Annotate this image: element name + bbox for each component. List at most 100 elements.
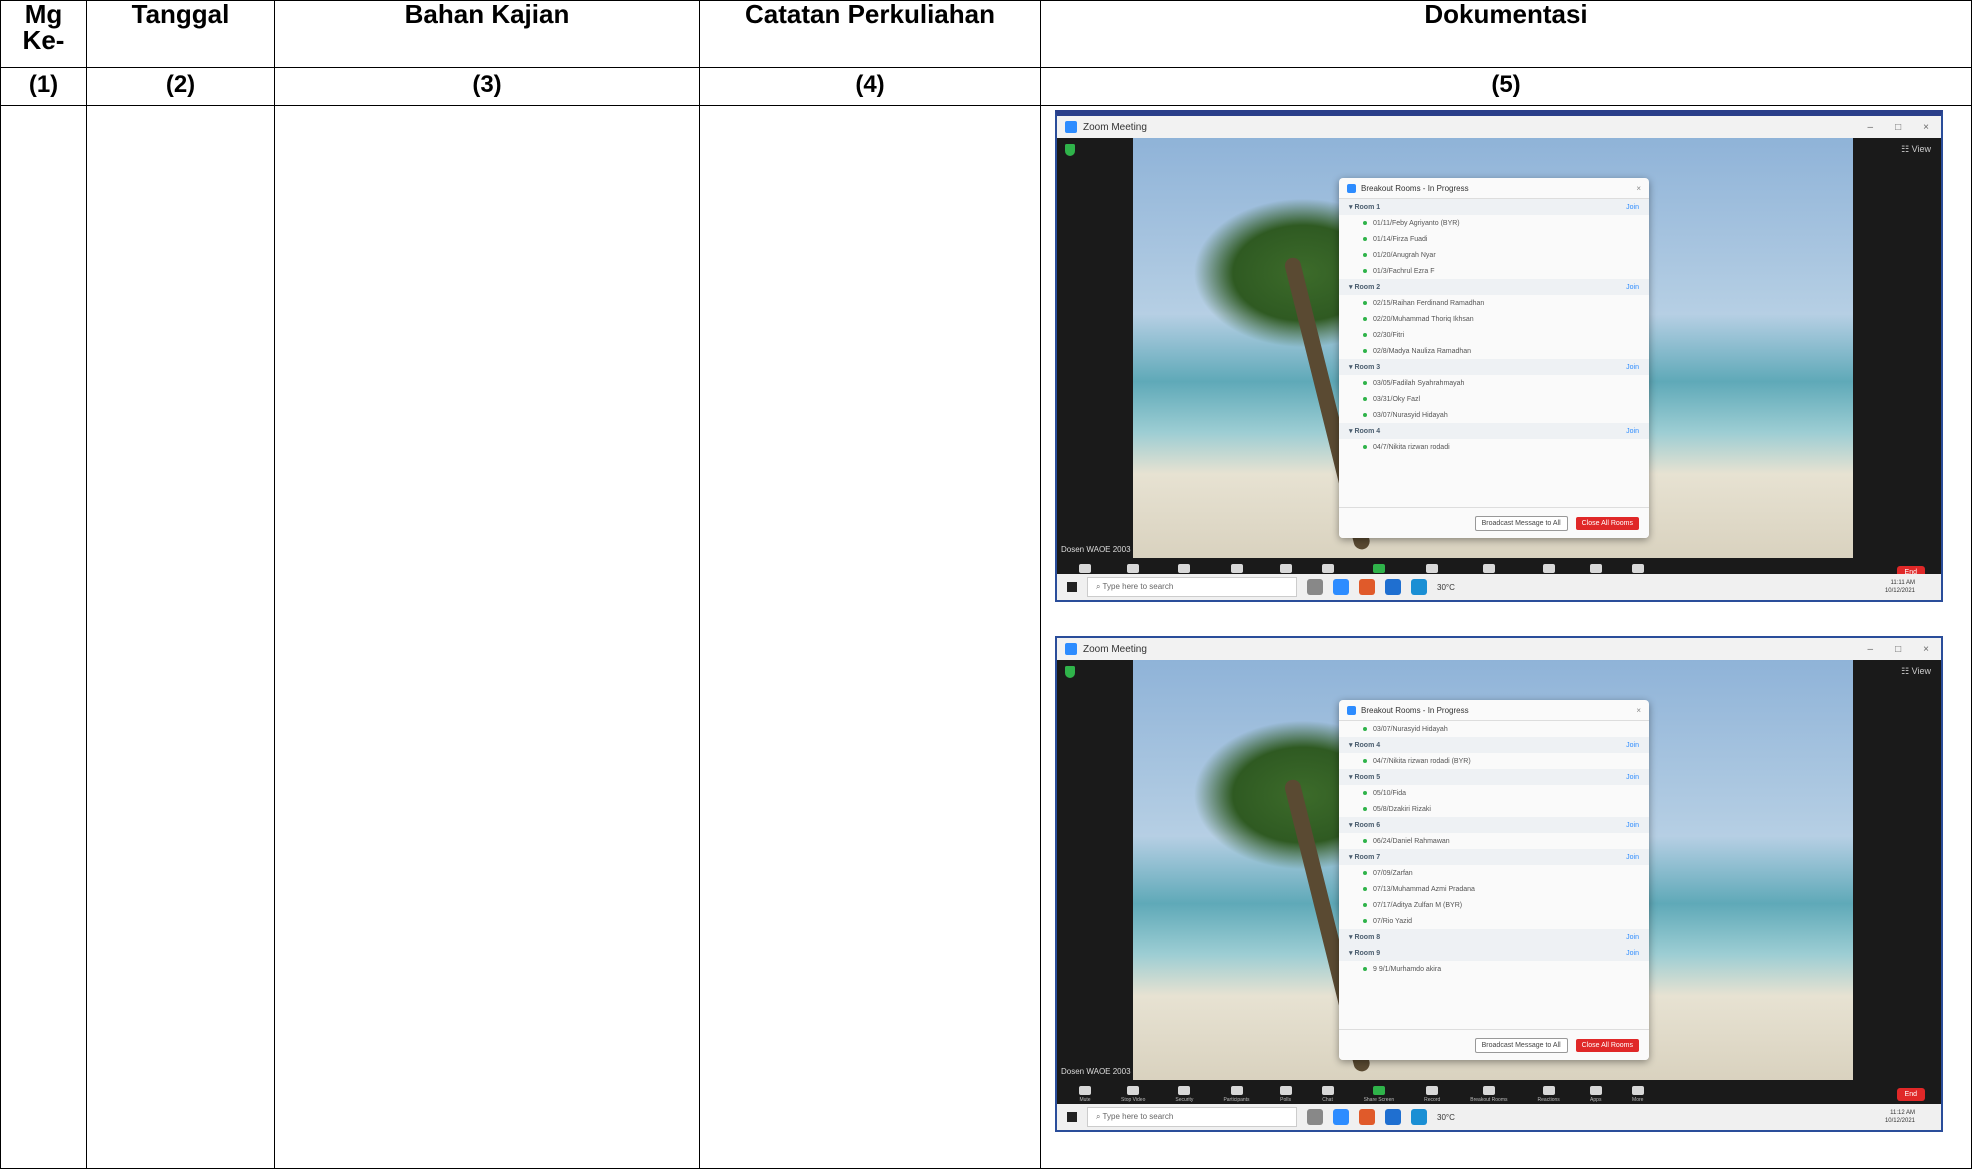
participant-label: 02/30/Fitri bbox=[1373, 331, 1405, 339]
status-dot-icon bbox=[1363, 967, 1367, 971]
taskbar-app-icon bbox=[1411, 579, 1427, 595]
join-button: Join bbox=[1626, 933, 1639, 941]
room-row: ▾ Room 9 Join bbox=[1339, 945, 1649, 961]
room-label: ▾ Room 3 bbox=[1349, 364, 1381, 371]
join-button: Join bbox=[1626, 853, 1639, 861]
room-label: ▾ Room 4 bbox=[1349, 742, 1381, 749]
close-all-rooms-button: Close All Rooms bbox=[1575, 1038, 1639, 1052]
window-title: Zoom Meeting bbox=[1083, 121, 1147, 133]
taskbar-app-icon bbox=[1385, 1109, 1401, 1125]
room-label: ▾ Room 4 bbox=[1349, 428, 1381, 435]
header-lecture-notes: Catatan Perkuliahan bbox=[699, 0, 1041, 68]
breakout-rooms-panel: Breakout Rooms - In Progress × 03/07/Nuras… bbox=[1339, 700, 1649, 1060]
weather-text: 30°C bbox=[1437, 582, 1455, 592]
status-dot-icon bbox=[1363, 727, 1367, 731]
control-label: Polls bbox=[1280, 1096, 1291, 1103]
participant-row: 03/05/Fadilah Syahrahmayah bbox=[1339, 375, 1649, 391]
room-label: ▾ Room 1 bbox=[1349, 204, 1381, 211]
participant-label: 07/09/Zarfan bbox=[1373, 869, 1413, 877]
join-button: Join bbox=[1626, 773, 1639, 781]
header-date: Tanggal bbox=[86, 0, 275, 68]
participant-row: 07/Rio Yazid bbox=[1339, 913, 1649, 929]
control-icon bbox=[1542, 563, 1555, 573]
control-item: Stop Video bbox=[1121, 1085, 1145, 1103]
control-label: Chat bbox=[1322, 1096, 1333, 1103]
control-item: Record bbox=[1424, 1085, 1441, 1103]
room-label: ▾ Room 9 bbox=[1349, 950, 1381, 957]
zoom-screenshot: Zoom Meeting – □ × ☷ View Dosen WAOE 2003 Brea… bbox=[1055, 110, 1943, 602]
control-icon bbox=[1178, 563, 1191, 573]
room-row: ▾ Room 2 Join bbox=[1339, 279, 1649, 295]
control-icon bbox=[1542, 1085, 1555, 1095]
header-documentation: Dokumentasi bbox=[1040, 0, 1972, 68]
header-study-material: Bahan Kajian bbox=[274, 0, 700, 68]
participant-label: 07/17/Aditya Zulfan M (BYR) bbox=[1373, 901, 1463, 909]
panel-header: Breakout Rooms - In Progress × bbox=[1339, 178, 1649, 199]
minimize-icon: – bbox=[1867, 121, 1874, 133]
cell-lecture-notes bbox=[699, 105, 1041, 1169]
control-label: Record bbox=[1424, 1096, 1441, 1103]
control-item: Mute bbox=[1079, 1085, 1091, 1103]
control-item: Security bbox=[1175, 1085, 1194, 1103]
room-row: ▾ Room 4 Join bbox=[1339, 737, 1649, 753]
participant-row: 02/20/Muhammad Thoriq Ikhsan bbox=[1339, 311, 1649, 327]
control-icon bbox=[1230, 563, 1243, 573]
zoom-logo-icon bbox=[1065, 121, 1077, 133]
control-label: Mute bbox=[1079, 1096, 1091, 1103]
status-dot-icon bbox=[1363, 269, 1367, 273]
control-item: More bbox=[1631, 1085, 1644, 1103]
participant-row: 04/7/Nikita rizwan rodadi (BYR) bbox=[1339, 753, 1649, 769]
zoom-screenshot: Zoom Meeting – □ × ☷ View Dosen WAOE 2003 Brea… bbox=[1055, 636, 1943, 1132]
participant-name: Dosen WAOE 2003 bbox=[1061, 1067, 1131, 1076]
window-controls: – □ × bbox=[1868, 644, 1941, 655]
status-dot-icon bbox=[1363, 839, 1367, 843]
participant-row: 9 9/1/Murhamdo akira bbox=[1339, 961, 1649, 977]
col-number-1: (1) bbox=[0, 67, 87, 106]
control-icon bbox=[1321, 1085, 1334, 1095]
room-row: ▾ Room 5 Join bbox=[1339, 769, 1649, 785]
participant-row: 02/8/Madya Nauliza Ramadhan bbox=[1339, 343, 1649, 359]
taskbar-app-icon bbox=[1307, 579, 1323, 595]
taskbar-app-icon bbox=[1385, 579, 1401, 595]
control-label: Security bbox=[1175, 1096, 1194, 1103]
control-icon bbox=[1127, 1085, 1140, 1095]
control-icon bbox=[1127, 563, 1140, 573]
status-dot-icon bbox=[1363, 349, 1367, 353]
col-number-3: (3) bbox=[274, 67, 700, 106]
close-icon: × bbox=[1923, 121, 1929, 133]
status-dot-icon bbox=[1363, 759, 1367, 763]
control-icon bbox=[1372, 563, 1385, 573]
panel-title: Breakout Rooms - In Progress bbox=[1361, 705, 1469, 715]
participant-row: 03/07/Nurasyid Hidayah bbox=[1339, 407, 1649, 423]
clock-time: 11:11 AM bbox=[1890, 580, 1915, 586]
participant-label: 02/8/Madya Nauliza Ramadhan bbox=[1373, 347, 1472, 355]
room-row: ▾ Room 6 Join bbox=[1339, 817, 1649, 833]
status-dot-icon bbox=[1363, 807, 1367, 811]
maximize-icon: □ bbox=[1895, 643, 1902, 655]
control-label: More bbox=[1632, 1096, 1644, 1103]
control-item: Share Screen bbox=[1364, 1085, 1394, 1103]
status-dot-icon bbox=[1363, 871, 1367, 875]
participant-row: 05/10/Fida bbox=[1339, 785, 1649, 801]
window-controls: – □ × bbox=[1868, 122, 1941, 133]
window-titlebar: Zoom Meeting – □ × bbox=[1057, 116, 1941, 138]
taskbar-app-icon bbox=[1333, 1109, 1349, 1125]
participant-label: 07/13/Muhammad Azmi Pradana bbox=[1373, 885, 1475, 893]
control-icon bbox=[1178, 1085, 1191, 1095]
zoom-logo-icon bbox=[1347, 183, 1356, 193]
control-icon bbox=[1279, 563, 1292, 573]
taskbar-app-icon bbox=[1307, 1109, 1323, 1125]
control-icon bbox=[1482, 1085, 1495, 1095]
weather-text: 30°C bbox=[1437, 1112, 1455, 1122]
participant-label: 03/07/Nurasyid Hidayah bbox=[1373, 725, 1448, 733]
room-label: ▾ Room 2 bbox=[1349, 284, 1381, 291]
control-item: Breakout Rooms bbox=[1470, 1085, 1508, 1103]
participant-row: 01/3/Fachrul Ezra F bbox=[1339, 263, 1649, 279]
participant-row: 03/07/Nurasyid Hidayah bbox=[1339, 721, 1649, 737]
participant-row: 06/24/Daniel Rahmawan bbox=[1339, 833, 1649, 849]
join-button: Join bbox=[1626, 821, 1639, 829]
taskbar-app-icon bbox=[1359, 579, 1375, 595]
control-label: Participants bbox=[1223, 1096, 1250, 1103]
participant-label: 07/Rio Yazid bbox=[1373, 917, 1413, 925]
control-icon bbox=[1372, 1085, 1385, 1095]
